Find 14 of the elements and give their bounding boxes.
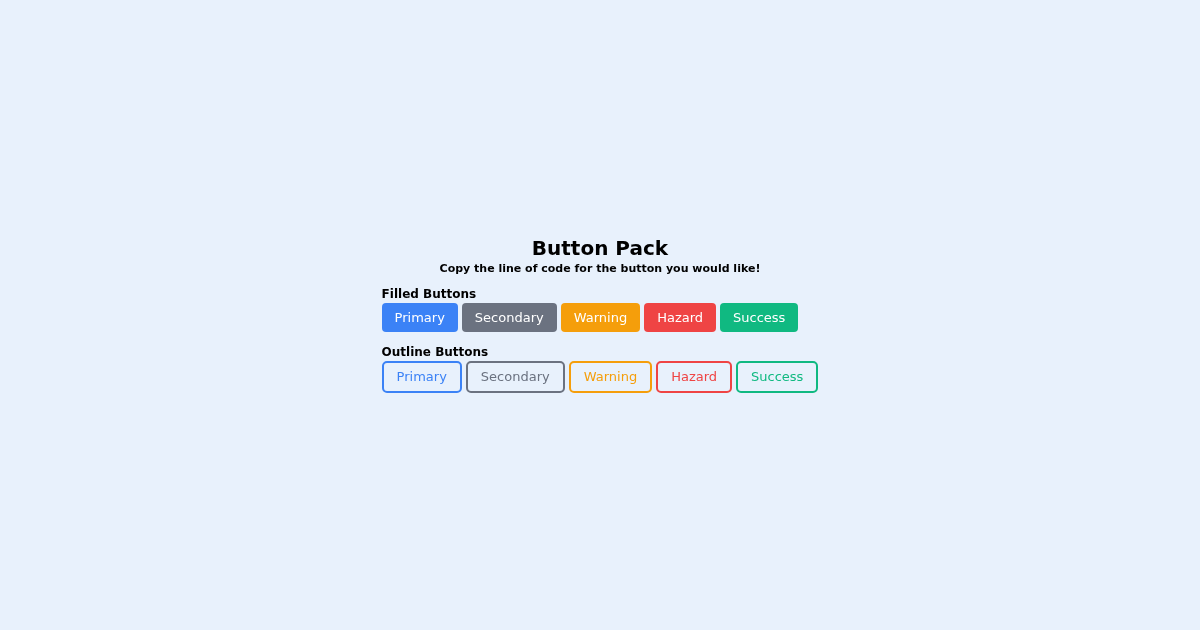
- filled-button[interactable]: Success: [720, 302, 799, 332]
- outline-button[interactable]: Primary: [381, 360, 462, 393]
- outline-button[interactable]: Warning: [568, 360, 653, 393]
- outline-button[interactable]: Secondary: [465, 360, 565, 393]
- section-heading: Filled Buttons: [381, 285, 478, 302]
- filled-button[interactable]: Primary: [381, 302, 458, 332]
- filled-button[interactable]: Hazard: [644, 302, 717, 332]
- outline-button[interactable]: Hazard: [656, 360, 733, 393]
- filled-button[interactable]: Secondary: [461, 302, 557, 332]
- outline-button[interactable]: Success: [736, 360, 819, 393]
- filled-button[interactable]: Warning: [560, 302, 641, 332]
- page-subtitle: Copy the line of code for the button you would like!: [439, 261, 761, 276]
- section-heading: Outline Buttons: [381, 343, 490, 360]
- page-title: Button Pack: [531, 235, 669, 260]
